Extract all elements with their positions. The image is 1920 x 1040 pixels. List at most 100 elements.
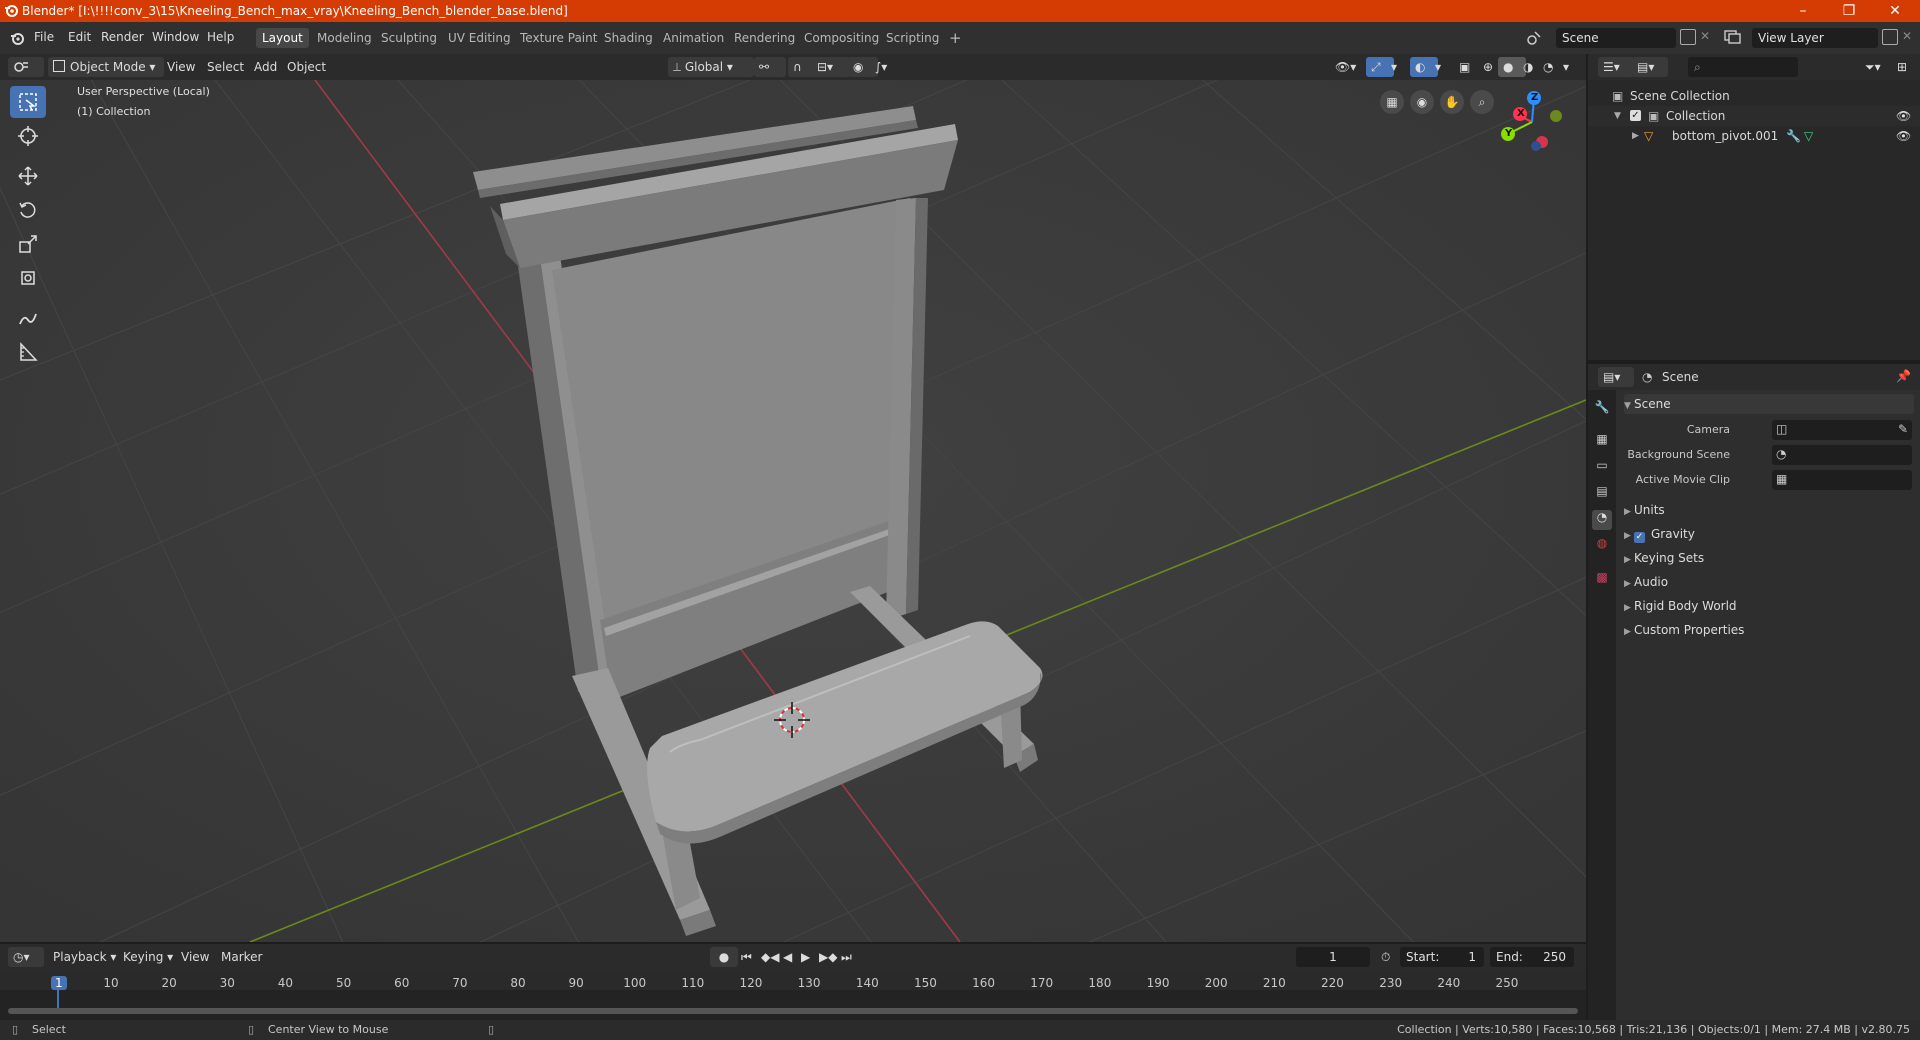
zoom-magnifier-icon[interactable]: ⌕ xyxy=(1470,90,1494,114)
timeline-menu-keying[interactable]: Keying ▾ xyxy=(118,947,178,967)
mesh-data-icon[interactable]: ▽ xyxy=(1804,126,1813,146)
texture-tab-icon[interactable]: ▩ xyxy=(1592,570,1612,590)
view-layer-tab-icon[interactable]: ▤ xyxy=(1592,484,1612,504)
jump-end-icon[interactable]: ⏭ xyxy=(836,947,857,967)
annotate-tool[interactable] xyxy=(10,302,46,334)
object-visibility-icon[interactable]: 👁▾ xyxy=(1330,57,1370,77)
camera-icon[interactable]: ◉ xyxy=(1410,90,1434,114)
eyedropper-icon[interactable]: ✎ xyxy=(1898,422,1908,436)
3d-viewport[interactable]: User Perspective (Local) (1) Collection … xyxy=(0,80,1586,942)
jump-start-icon[interactable]: ⏮ xyxy=(736,947,757,967)
select-box-tool[interactable] xyxy=(10,86,46,118)
camera-field[interactable]: ◫ ✎ xyxy=(1772,420,1912,440)
outliner[interactable]: ▣ Scene Collection ▼ ✓ ▣ Collection 👁 ▶ … xyxy=(1588,80,1920,360)
timeline-menu-marker[interactable]: Marker xyxy=(216,947,267,967)
viewport-menu-add[interactable]: Add xyxy=(249,57,282,77)
record-keyframe-icon[interactable]: ● xyxy=(710,947,738,967)
menu-render[interactable]: Render xyxy=(101,30,144,44)
expand-arrow-icon[interactable]: ▶ xyxy=(1632,126,1639,146)
keying-sets-panel-header[interactable]: ▶ Keying Sets xyxy=(1624,548,1704,568)
workspace-tab-scripting[interactable]: Scripting xyxy=(880,28,945,48)
background-scene-field[interactable]: ◔ xyxy=(1772,445,1912,465)
timeline-menu-playback[interactable]: Playback ▾ xyxy=(48,947,121,967)
custom-properties-panel-header[interactable]: ▶ Custom Properties xyxy=(1624,620,1744,640)
workspace-tab-layout[interactable]: Layout xyxy=(256,28,309,48)
transform-orientation-dropdown[interactable]: ⟂ Global ▾ xyxy=(668,57,754,77)
pin-icon[interactable]: 📌 xyxy=(1896,369,1911,383)
proportional-falloff-icon[interactable]: ∫▾ xyxy=(870,57,908,77)
gravity-checkbox[interactable]: ✓ xyxy=(1634,532,1645,543)
menu-edit[interactable]: Edit xyxy=(68,30,91,44)
use-preview-range-icon[interactable]: ⏱ xyxy=(1376,947,1395,967)
overlays-dropdown-icon[interactable]: ▾ xyxy=(1430,57,1454,77)
workspace-tab-rendering[interactable]: Rendering xyxy=(728,28,801,48)
play-icon[interactable]: ▶ xyxy=(796,947,815,967)
display-mode-icon[interactable]: ▤▾ xyxy=(1632,57,1668,77)
timeline-scrollbar[interactable] xyxy=(8,1008,1578,1014)
minimize-button[interactable]: – xyxy=(1780,0,1826,22)
editor-type-outliner-icon[interactable]: ☰▾ xyxy=(1598,57,1634,77)
close-window-button[interactable]: ✕ xyxy=(1872,0,1918,22)
scale-tool[interactable] xyxy=(10,228,46,260)
outliner-search-input[interactable]: ⌕ xyxy=(1688,57,1798,77)
timeline-ruler[interactable] xyxy=(0,970,1586,990)
workspace-tab-texture-paint[interactable]: Texture Paint xyxy=(514,28,603,48)
view-layer-icon[interactable] xyxy=(1724,30,1742,44)
workspace-tab-sculpting[interactable]: Sculpting xyxy=(375,28,443,48)
tool-tab-icon[interactable]: 🔧 xyxy=(1592,400,1612,420)
menu-window[interactable]: Window xyxy=(152,30,199,44)
add-workspace-button[interactable]: + xyxy=(943,28,968,48)
units-panel-header[interactable]: ▶ Units xyxy=(1624,500,1665,520)
scene-selector[interactable]: Scene xyxy=(1556,28,1676,48)
timeline-body[interactable] xyxy=(0,970,1586,1020)
snap-target-icon[interactable]: ⊟▾ xyxy=(812,57,850,77)
workspace-tab-shading[interactable]: Shading xyxy=(598,28,659,48)
timeline-menu-view[interactable]: View xyxy=(176,947,214,967)
gizmo-dropdown-icon[interactable]: ▾ xyxy=(1386,57,1410,77)
render-tab-icon[interactable]: ▦ xyxy=(1592,432,1612,452)
active-movie-clip-field[interactable]: ▦ xyxy=(1772,470,1912,490)
scene-section-header[interactable]: ▼ Scene xyxy=(1624,394,1914,414)
toggle-camera-view-icon[interactable]: ▦ xyxy=(1380,90,1404,114)
object-mode-dropdown[interactable]: Object Mode ▾ xyxy=(48,57,164,77)
rotate-tool[interactable] xyxy=(10,194,46,226)
frame-start-field[interactable]: Start: 1 xyxy=(1400,947,1484,967)
new-collection-icon[interactable]: ⊞ xyxy=(1892,57,1912,77)
frame-end-field[interactable]: End: 250 xyxy=(1490,947,1574,967)
play-reverse-icon[interactable]: ◀ xyxy=(778,947,797,967)
outliner-row-collection[interactable]: ▼ ✓ ▣ Collection 👁 xyxy=(1588,106,1920,126)
scene-tab-icon[interactable]: ◔ xyxy=(1592,510,1612,530)
workspace-tab-uv-editing[interactable]: UV Editing xyxy=(442,28,517,48)
view-layer-selector[interactable]: View Layer xyxy=(1752,28,1878,48)
delete-view-layer-icon[interactable]: ✕ xyxy=(1902,29,1912,43)
gravity-panel-header[interactable]: ▶ ✓ Gravity xyxy=(1624,524,1695,544)
current-frame-field[interactable]: 1 xyxy=(1296,947,1370,967)
viewport-menu-view[interactable]: View xyxy=(162,57,200,77)
blender-menu-icon[interactable] xyxy=(10,31,24,45)
menu-file[interactable]: File xyxy=(34,30,54,44)
maximize-button[interactable]: ❐ xyxy=(1826,0,1872,22)
outliner-row-object[interactable]: ▶ ▽ bottom_pivot.001 🔧 ▽ 👁 xyxy=(1588,126,1920,146)
scene-icon[interactable] xyxy=(1526,30,1542,46)
menu-help[interactable]: Help xyxy=(207,30,234,44)
output-tab-icon[interactable]: ▭ xyxy=(1592,458,1612,478)
workspace-tab-animation[interactable]: Animation xyxy=(657,28,730,48)
collapse-arrow-icon[interactable]: ▼ xyxy=(1614,106,1621,126)
object-visibility-eye-icon[interactable]: 👁 xyxy=(1896,126,1911,146)
world-tab-icon[interactable]: ◍ xyxy=(1592,536,1612,556)
audio-panel-header[interactable]: ▶ Audio xyxy=(1624,572,1668,592)
workspace-tab-compositing[interactable]: Compositing xyxy=(798,28,885,48)
editor-type-properties-icon[interactable]: ▤▾ xyxy=(1598,367,1634,387)
new-view-layer-icon[interactable] xyxy=(1882,29,1898,45)
transform-tool[interactable] xyxy=(10,262,46,294)
measure-tool[interactable] xyxy=(10,336,46,368)
filter-icon[interactable]: ⏷▾ xyxy=(1860,57,1886,77)
collection-checkbox[interactable]: ✓ xyxy=(1630,110,1641,121)
outliner-row-scene-collection[interactable]: ▣ Scene Collection xyxy=(1588,86,1920,106)
viewport-menu-select[interactable]: Select xyxy=(202,57,249,77)
editor-type-3d-icon[interactable] xyxy=(8,57,44,77)
modifier-wrench-icon[interactable]: 🔧 xyxy=(1786,126,1801,146)
shading-dropdown-icon[interactable]: ▾ xyxy=(1558,57,1582,77)
new-scene-icon[interactable] xyxy=(1680,29,1696,45)
pivot-point-icon[interactable]: ⚯ xyxy=(754,57,786,77)
